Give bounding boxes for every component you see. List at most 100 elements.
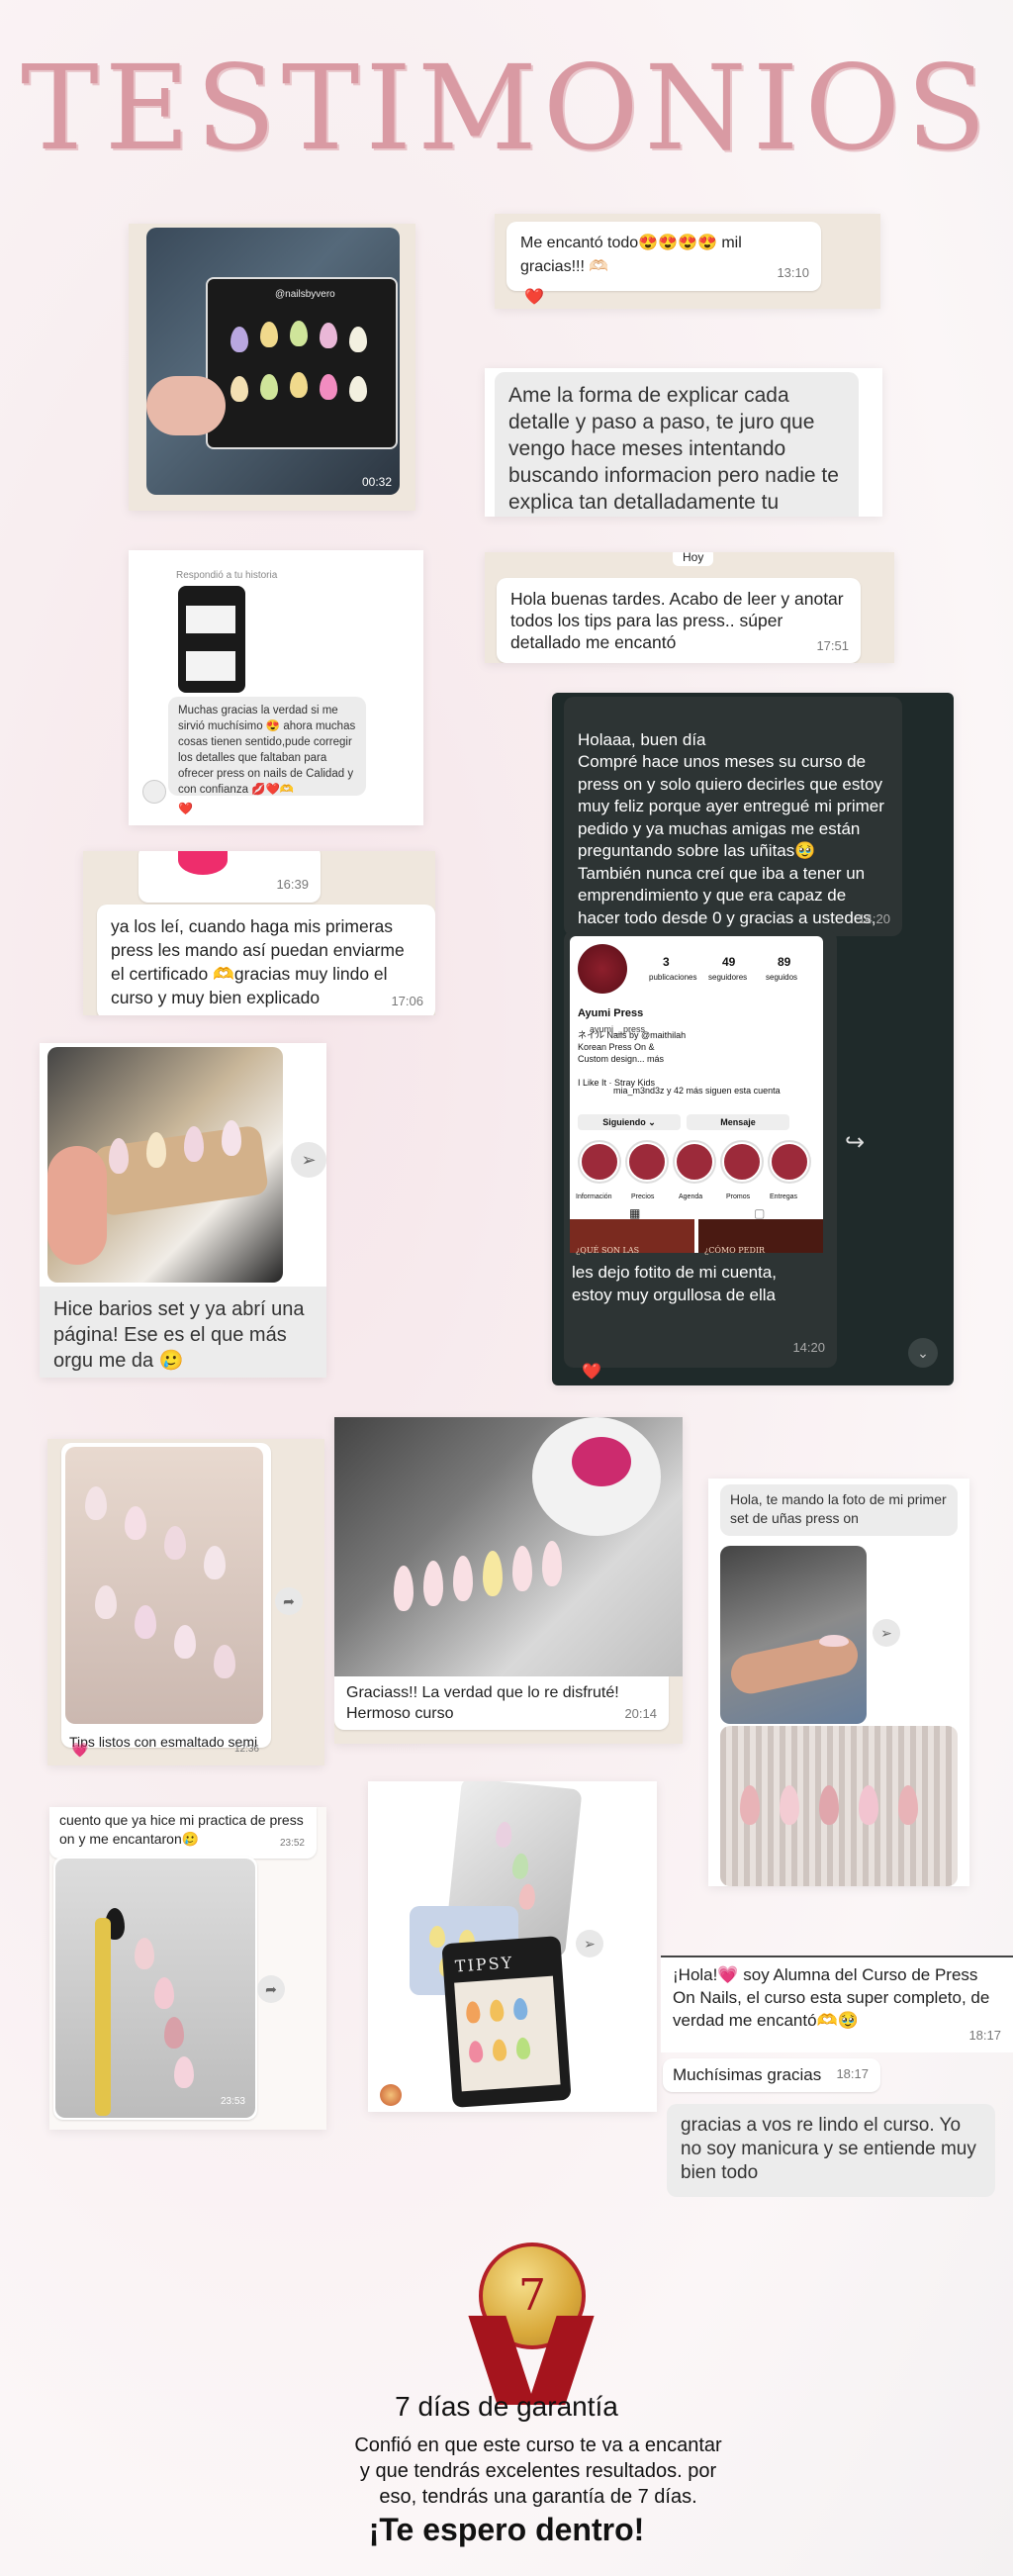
day-separator: Hoy — [673, 552, 714, 566]
testimonial-2: Me encantó todo😍😍😍😍 mil gracias!!! 🫶🏻 13… — [495, 214, 880, 309]
message-time: 23:52 — [279, 1838, 305, 1849]
message-bubble: Hola, te mando la foto de mi primer set … — [720, 1484, 958, 1536]
photo-caption: Tips listos con esmaltado semi — [69, 1734, 258, 1750]
followed-by: mia_m3nd3z y 42 más siguen esta cuenta — [613, 1086, 781, 1096]
nail-photo: TIPSY — [441, 1936, 572, 2108]
message-time: 23:53 — [220, 2096, 245, 2107]
message-text: gracias a vos re lindo el curso. Yo no s… — [681, 2115, 976, 2183]
heart-icon: 💗 — [71, 1742, 89, 1758]
page-title: TESTIMONIOS — [21, 40, 992, 176]
heart-icon: ❤️ — [582, 1364, 601, 1381]
cta-heading: ¡Te espero dentro! — [368, 2512, 645, 2547]
nail-photo: @nailsbyvero 00:32 — [146, 228, 400, 495]
nail-photo — [334, 1417, 683, 1676]
send-icon[interactable]: ➢ — [291, 1142, 326, 1178]
message-text: Me encantó todo😍😍😍😍 mil gracias!!! 🫶🏻 — [520, 235, 742, 275]
forward-icon[interactable]: ➦ — [257, 1975, 285, 2003]
video-timestamp: 00:32 — [361, 475, 392, 489]
following-label: seguidos — [766, 973, 798, 982]
message-text: ya los leí, cuando haga mis primeras pre… — [111, 916, 405, 1007]
send-icon[interactable]: ➢ — [576, 1930, 603, 1957]
message-bubble: gracias a vos re lindo el curso. Yo no s… — [667, 2104, 995, 2197]
message-time: 18:17 — [836, 2066, 869, 2081]
nail-photo — [65, 1447, 263, 1724]
highlight-promos[interactable] — [722, 1142, 762, 1182]
highlight-agenda[interactable] — [675, 1142, 714, 1182]
testimonial-11: Hola, te mando la foto de mi primer set … — [708, 1479, 969, 1886]
message-bubble: Me encantó todo😍😍😍😍 mil gracias!!! 🫶🏻 13… — [506, 222, 821, 291]
message-time: 17:51 — [816, 638, 849, 653]
message-bubble: Tips listos con esmaltado semi 12:36 — [61, 1443, 271, 1755]
scroll-down-icon[interactable]: ⌄ — [908, 1338, 938, 1368]
message-time: 18:17 — [968, 2028, 1001, 2043]
profile-share-bubble: 3 49 89 publicaciones seguidores seguido… — [564, 930, 837, 1368]
story-thumbnail — [178, 586, 245, 693]
send-icon[interactable]: ➢ — [873, 1619, 900, 1647]
forward-icon[interactable]: ➦ — [275, 1587, 303, 1615]
testimonial-12: cuento que ya hice mi practica de press … — [49, 1807, 326, 2130]
guarantee-heading: 7 días de garantía — [395, 2391, 618, 2422]
message-text: cuento que ya hice mi practica de press … — [59, 1812, 304, 1847]
nail-photo — [720, 1546, 867, 1724]
message-time: 13:10 — [777, 265, 809, 280]
highlight-label-0: Información — [576, 1193, 612, 1200]
testimonial-photo-1: @nailsbyvero 00:32 — [129, 224, 415, 511]
message-bubble: Hola buenas tardes. Acabo de leer y anot… — [497, 578, 861, 663]
message-text: les dejo fotito de mi cuenta, estoy muy … — [572, 1263, 777, 1304]
message-text: Holaaa, buen día Compré hace unos meses … — [578, 729, 884, 950]
profile-bio: ネイル Nails by @maithilah Korean Press On … — [578, 1030, 687, 1064]
brand-label: @nailsbyvero — [275, 289, 335, 300]
avatar — [142, 780, 166, 804]
instagram-profile: 3 49 89 publicaciones seguidores seguido… — [570, 936, 823, 1255]
message-text: ¡Hola!💗 soy Alumna del Curso de Press On… — [673, 1965, 990, 2030]
forward-icon[interactable]: ↪ — [845, 1128, 865, 1157]
message-text: Muchísimas gracias — [673, 2065, 822, 2084]
message-bubble: ¡Hola!💗 soy Alumna del Curso de Press On… — [661, 1956, 1013, 2052]
message-bubble: Ame la forma de explicar cada detalle y … — [495, 372, 859, 517]
posts-label: publicaciones — [649, 973, 697, 982]
message-time: 12:36 — [233, 1744, 259, 1755]
message-bubble: 16:39 — [138, 851, 321, 903]
message-bubble: Holaaa, buen día Compré hace unos meses … — [564, 697, 902, 949]
highlight-label-2: Agenda — [679, 1193, 703, 1200]
highlight-deliveries[interactable] — [770, 1142, 809, 1182]
heart-icon: ❤️ — [524, 289, 544, 306]
profile-avatar — [578, 944, 627, 994]
message-bubble: Hice barios set y ya abrí una página! Es… — [40, 1287, 326, 1378]
testimonial-14: ¡Hola!💗 soy Alumna del Curso de Press On… — [661, 1956, 1013, 2203]
testimonial-10: Graciass!! La verdad que lo re disfruté!… — [334, 1417, 683, 1744]
message-text: Graciass!! La verdad que lo re disfruté!… — [346, 1684, 619, 1722]
highlight-info[interactable] — [580, 1142, 619, 1182]
message-button[interactable]: Mensaje — [687, 1114, 789, 1130]
followers-label: seguidores — [708, 973, 748, 982]
message-time: 20:14 — [624, 1706, 657, 1721]
message-text: Ame la forma de explicar cada detalle y … — [508, 384, 839, 514]
message-bubble: Graciass!! La verdad que lo re disfruté!… — [334, 1676, 669, 1730]
grid-post-1[interactable]: ¿QUÉ SON LAS — [570, 1219, 694, 1255]
nail-photo — [720, 1726, 958, 1886]
highlight-prices[interactable] — [627, 1142, 667, 1182]
message-time: 17:06 — [391, 994, 423, 1008]
testimonial-6: Holaaa, buen día Compré hace unos meses … — [552, 693, 954, 1385]
message-text: Hola buenas tardes. Acabo de leer y anot… — [510, 589, 844, 652]
heart-icon: ❤️ — [178, 802, 193, 815]
message-text: Muchas gracias la verdad si me sirvió mu… — [178, 705, 356, 796]
testimonial-3: Ame la forma de explicar cada detalle y … — [485, 368, 882, 517]
message-text: Hice barios set y ya abrí una página! Es… — [53, 1298, 305, 1372]
box-label: TIPSY — [454, 1953, 514, 1976]
testimonial-4: Respondió a tu historia Muchas gracias l… — [129, 550, 423, 825]
highlight-label-4: Entregas — [770, 1193, 798, 1200]
message-time: 14:20 — [858, 910, 890, 926]
message-bubble: Muchas gracias la verdad si me sirvió mu… — [168, 697, 366, 796]
nail-photo — [55, 1859, 255, 2118]
message-text: Hola, te mando la foto de mi primer set … — [730, 1491, 947, 1526]
avatar — [380, 2084, 402, 2106]
guarantee-body: Confió en que este curso te va a encanta… — [354, 2434, 722, 2508]
grid-post-2[interactable]: ¿CÓMO PEDIR — [698, 1219, 823, 1255]
nail-photo — [47, 1047, 283, 1283]
message-bubble: Muchísimas gracias 18:17 — [663, 2058, 880, 2092]
testimonial-8: ➢ Hice barios set y ya abrí una página! … — [40, 1043, 326, 1378]
testimonial-13: TIPSY ➢ — [368, 1781, 657, 2112]
follow-button[interactable]: Siguiendo ⌄ — [578, 1114, 681, 1130]
message-bubble: ya los leí, cuando haga mis primeras pre… — [97, 905, 435, 1015]
